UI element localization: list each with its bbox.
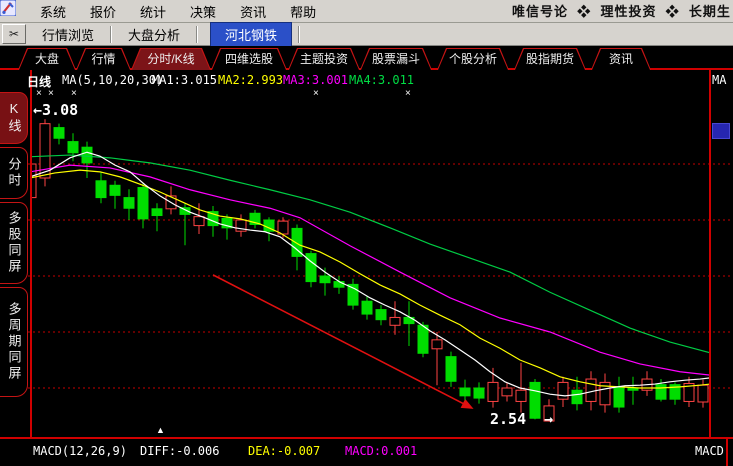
scroll-thumb[interactable] — [712, 123, 730, 139]
ex-dividend-mark: × — [71, 88, 77, 99]
macd-params-label: MACD(12,26,9) — [33, 444, 127, 458]
chart-right-border — [709, 70, 711, 437]
macd-dea-value: DEA:-0.007 — [248, 444, 320, 458]
sidebar-item-label: 多股同屏 — [1, 211, 27, 275]
ex-dividend-mark: × — [405, 88, 411, 99]
sidebar-item-label: K线 — [1, 101, 27, 135]
macd-value: MACD:0.001 — [345, 444, 417, 458]
ma3-value: MA3:3.001 — [283, 73, 348, 87]
position-triangle-marker: ▲ — [156, 425, 165, 435]
macd-right-border — [726, 439, 728, 466]
sidebar-item-label: 分时 — [1, 157, 27, 189]
right-gutter-ma-label: MA — [712, 73, 726, 87]
chart-left-border — [30, 70, 32, 466]
kline-chart-canvas[interactable] — [0, 0, 733, 466]
ma4-value: MA4:3.011 — [349, 73, 414, 87]
macd-right-label: MACD — [695, 444, 724, 458]
sidebar-item-2[interactable]: 多股同屏 — [0, 202, 28, 284]
ex-dividend-mark: × — [313, 88, 319, 99]
ma1-value: MA1:3.015 — [152, 73, 217, 87]
macd-panel[interactable]: MACD(12,26,9) DIFF:-0.006 DEA:-0.007 MAC… — [0, 437, 733, 466]
ma-params-label: MA(5,10,20,30) — [62, 73, 163, 87]
app-window: 系统报价统计决策资讯帮助 唯信号论 ❖ 理性投资 ❖ 长期生 ✂ 行情浏览大盘分… — [0, 0, 733, 466]
sidebar-item-0[interactable]: K线 — [0, 92, 28, 144]
sidebar-item-3[interactable]: 多周期同屏 — [0, 287, 28, 397]
sidebar-item-label: 多周期同屏 — [1, 302, 27, 382]
macd-diff-value: DIFF:-0.006 — [140, 444, 219, 458]
ex-dividend-mark: × — [48, 88, 54, 99]
high-price-annotation: ←3.08 — [33, 101, 78, 119]
low-price-annotation: 2.54 → — [490, 410, 553, 428]
ex-dividend-mark: × — [36, 88, 42, 99]
sidebar-item-1[interactable]: 分时 — [0, 147, 28, 199]
ma2-value: MA2:2.993 — [218, 73, 283, 87]
